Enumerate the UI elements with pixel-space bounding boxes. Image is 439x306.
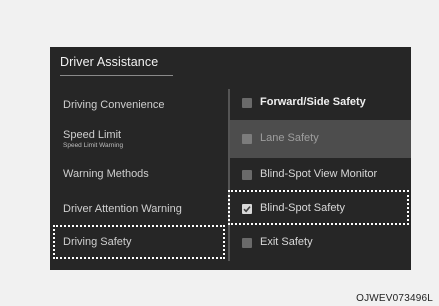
- menu-item-label: Speed Limit: [63, 129, 122, 141]
- option-label: Exit Safety: [260, 236, 313, 248]
- focus-outline-blind-spot-safety: [228, 190, 409, 225]
- option-forward-side-safety[interactable]: Forward/Side Safety: [230, 86, 411, 120]
- checkbox[interactable]: [242, 134, 252, 144]
- checkbox[interactable]: [242, 170, 252, 180]
- menu-item-sublabel: Speed Limit Warning: [63, 142, 124, 149]
- menu-item-driver-attention-warning[interactable]: Driver Attention Warning: [50, 198, 222, 218]
- page-title: Driver Assistance: [60, 55, 159, 69]
- checkbox[interactable]: [242, 238, 252, 248]
- menu-item-speed-limit[interactable]: Speed Limit Speed Limit Warning: [50, 126, 222, 158]
- menu-item-driving-convenience[interactable]: Driving Convenience: [50, 94, 222, 114]
- checkbox[interactable]: [242, 98, 252, 108]
- option-lane-safety[interactable]: Lane Safety: [230, 120, 411, 158]
- image-code-caption: OJWEV073496L: [356, 293, 433, 304]
- menu-item-label: Driver Attention Warning: [63, 203, 182, 215]
- title-underline: [60, 75, 173, 76]
- menu-item-label: Driving Convenience: [63, 99, 165, 111]
- option-blind-spot-view-monitor[interactable]: Blind-Spot View Monitor: [230, 158, 411, 192]
- option-label: Blind-Spot View Monitor: [260, 168, 378, 180]
- option-label: Lane Safety: [260, 132, 319, 144]
- focus-outline-driving-safety: [53, 225, 225, 259]
- infotainment-screen: Driver Assistance Driving Convenience Sp…: [50, 47, 411, 270]
- menu-item-label: Warning Methods: [63, 168, 149, 180]
- option-exit-safety[interactable]: Exit Safety: [230, 226, 411, 260]
- option-label: Forward/Side Safety: [260, 96, 366, 108]
- menu-item-warning-methods[interactable]: Warning Methods: [50, 163, 222, 183]
